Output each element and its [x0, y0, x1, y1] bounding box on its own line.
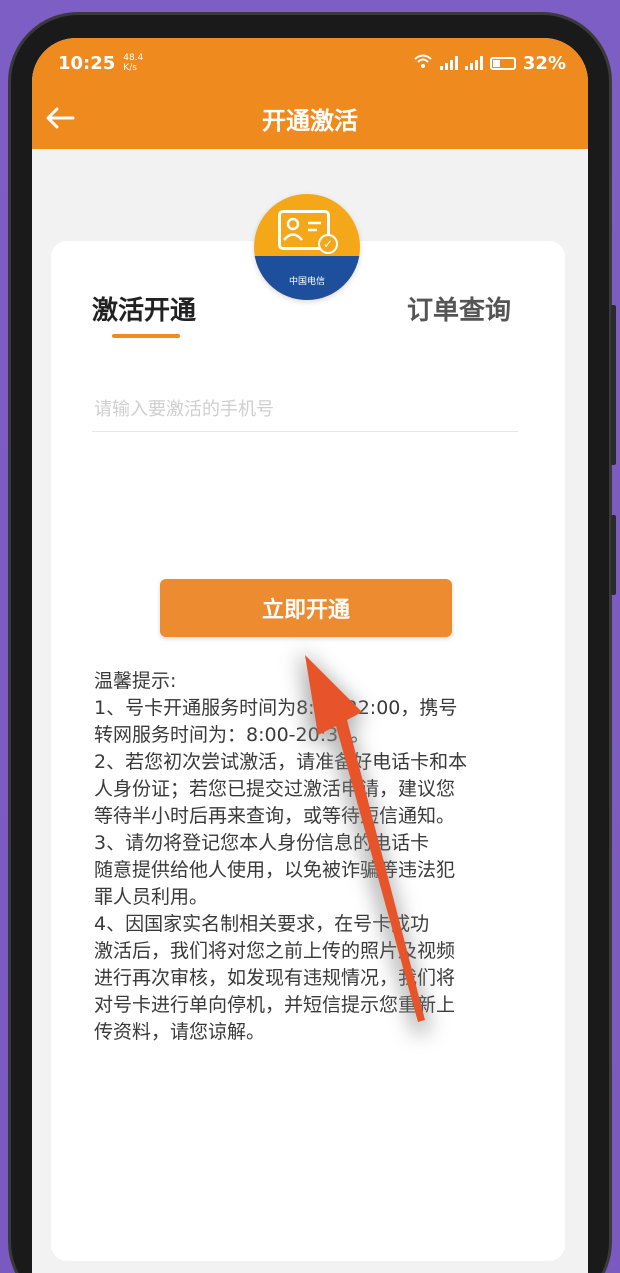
tips-line: 等待半小时后再来查询，或等待短信通知。 [94, 805, 456, 827]
volume-button [611, 305, 616, 465]
power-button [611, 515, 616, 595]
network-speed: 48.4 K/s [123, 53, 144, 73]
battery-level: 32% [522, 52, 566, 74]
tips-line: 罪人员利用。 [94, 886, 209, 908]
tips-line: 1、号卡开通服务时间为8:00-22:00，携号 [94, 697, 458, 719]
status-time: 10:25 [58, 52, 116, 74]
tips-title: 温馨提示: [94, 670, 177, 692]
tips-line: 进行再次审核，如发现有违规情况，我们将 [94, 967, 456, 989]
tips-line: 激活后，我们将对您之前上传的照片及视频 [94, 940, 456, 962]
tab-order-query[interactable]: 订单查询 [407, 290, 511, 327]
app-header: 10:25 48.4 K/s 32% 开通激活 [32, 38, 588, 149]
back-button[interactable] [40, 98, 80, 138]
china-telecom-logo: ✓ 中国电信 [254, 194, 360, 300]
tab-activate[interactable]: 激活开通 [92, 290, 196, 327]
activate-now-button[interactable]: 立即开通 [160, 579, 452, 637]
tips-section: 温馨提示: 1、号卡开通服务时间为8:00-22:00，携号 转网服务时间为：8… [94, 668, 534, 1046]
phone-number-input[interactable] [92, 388, 518, 432]
screen: 10:25 48.4 K/s 32% 开通激活 ✓ 中国电信 激活开通 订单查询… [32, 38, 588, 1273]
tips-line: 3、请勿将登记您本人身份信息的电话卡 [94, 832, 430, 854]
signal-icon [439, 56, 458, 70]
tips-line: 人身份证；若您已提交过激活申请，建议您 [94, 778, 456, 800]
arrow-left-icon [46, 107, 75, 129]
battery-icon [489, 56, 516, 70]
status-bar: 10:25 48.4 K/s 32% [32, 38, 588, 88]
nav-bar: 开通激活 [32, 90, 588, 146]
tips-line: 2、若您初次尝试激活，请准备好电话卡和本 [94, 751, 468, 773]
wifi-icon [413, 53, 433, 74]
signal-icon [464, 56, 483, 70]
tab-active-indicator [112, 334, 180, 338]
logo-brand: 中国电信 [254, 256, 360, 300]
check-icon: ✓ [318, 234, 338, 254]
tips-line: 传资料，请您谅解。 [94, 1021, 266, 1043]
tips-line: 转网服务时间为：8:00-20:30。 [94, 724, 370, 746]
page-title: 开通激活 [262, 106, 358, 135]
tips-line: 对号卡进行单向停机，并短信提示您重新上 [94, 994, 456, 1016]
tips-line: 4、因国家实名制相关要求，在号卡成功 [94, 913, 430, 935]
tips-line: 随意提供给他人使用，以免被诈骗等违法犯 [94, 859, 456, 881]
